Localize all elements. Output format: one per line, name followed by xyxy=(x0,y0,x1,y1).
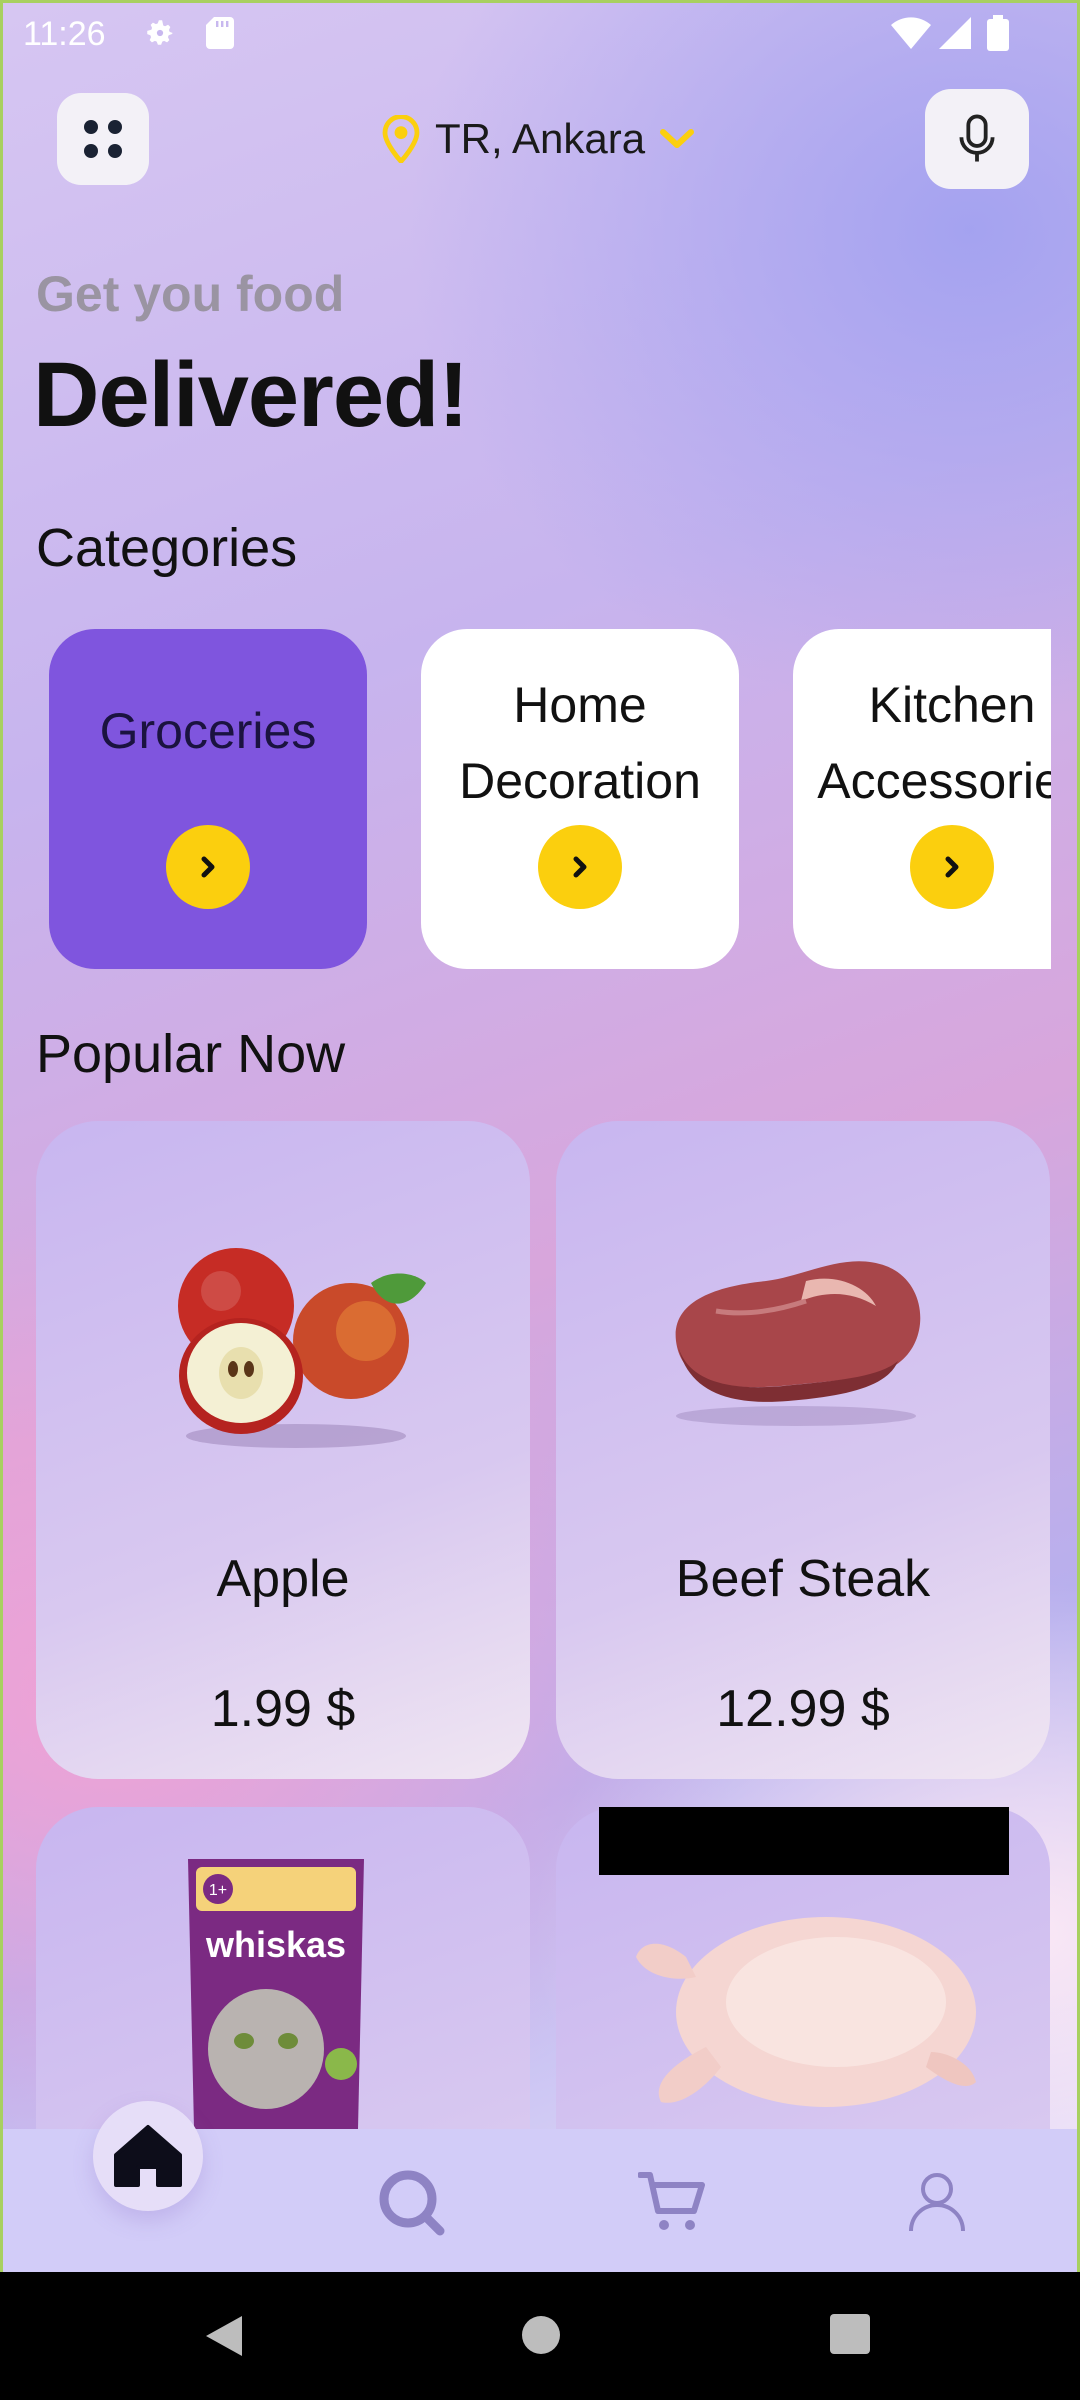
app-screen: 11:26 TR, Ankara Get you food Delivered!… xyxy=(0,0,1080,2272)
category-card-groceries[interactable]: Groceries xyxy=(49,629,367,969)
back-icon[interactable] xyxy=(204,2314,244,2358)
chevron-right-icon xyxy=(201,856,215,878)
category-go-button[interactable] xyxy=(538,825,622,909)
nav-search-button[interactable] xyxy=(351,2129,471,2272)
hero-subtitle: Get you food xyxy=(36,266,345,322)
nav-cart-button[interactable] xyxy=(613,2129,733,2272)
settings-gear-icon xyxy=(147,20,173,45)
location-label: TR, Ankara xyxy=(435,115,646,162)
category-go-button[interactable] xyxy=(166,825,250,909)
microphone-icon xyxy=(959,114,995,162)
category-card-home-decoration[interactable]: Home Decoration xyxy=(421,629,739,969)
search-icon xyxy=(379,2170,445,2236)
location-selector[interactable]: TR, Ankara xyxy=(381,109,695,169)
beef-steak-image xyxy=(675,1261,921,1426)
home-circle-icon[interactable] xyxy=(520,2314,562,2356)
status-time: 11:26 xyxy=(23,15,106,53)
product-name: Apple xyxy=(216,1550,350,1608)
chevron-down-icon xyxy=(660,129,695,148)
category-go-button[interactable] xyxy=(910,825,994,909)
product-card-apple[interactable]: Apple 1.99 $ xyxy=(36,1121,530,1779)
redacted-block xyxy=(599,1807,1009,1875)
menu-button[interactable] xyxy=(57,93,149,185)
recents-icon[interactable] xyxy=(830,2314,870,2354)
battery-icon xyxy=(987,15,1009,51)
apple-image xyxy=(178,1248,426,1448)
cat-food-pouch-image: 1+ whiskas xyxy=(188,1859,364,2129)
categories-heading: Categories xyxy=(36,518,298,578)
grid-dots-icon xyxy=(84,120,122,158)
category-label: Groceries xyxy=(99,703,317,759)
voice-search-button[interactable] xyxy=(925,89,1029,189)
category-label: Kitchen Accessories xyxy=(817,677,1051,809)
product-price: 1.99 $ xyxy=(210,1680,356,1738)
sd-card-icon xyxy=(206,17,234,49)
category-card-kitchen-accessories[interactable]: Kitchen Accessories xyxy=(793,629,1051,969)
svg-text:1+: 1+ xyxy=(209,1882,227,1899)
category-label: Home Decoration xyxy=(459,677,701,809)
map-pin-icon xyxy=(382,115,420,163)
product-card-beef-steak[interactable]: Beef Steak 12.99 $ xyxy=(556,1121,1050,1779)
whole-chicken-image xyxy=(636,1917,976,2107)
page-title: Delivered! xyxy=(33,344,469,446)
popular-heading: Popular Now xyxy=(36,1024,346,1084)
home-icon xyxy=(114,2125,182,2187)
cart-icon xyxy=(638,2172,705,2230)
status-bar: 11:26 xyxy=(3,3,1077,65)
chevron-right-icon xyxy=(945,856,959,878)
profile-icon xyxy=(909,2173,965,2232)
svg-text:whiskas: whiskas xyxy=(205,1924,346,1965)
system-navigation-bar xyxy=(0,2272,1080,2400)
nav-profile-button[interactable] xyxy=(877,2129,997,2272)
product-name: Beef Steak xyxy=(675,1550,931,1608)
categories-carousel[interactable]: Groceries Home Decoration Kitchen Access… xyxy=(3,629,1051,969)
cell-signal-icon xyxy=(939,17,971,49)
product-price: 12.99 $ xyxy=(716,1680,890,1738)
nav-home-button[interactable] xyxy=(93,2101,203,2211)
chevron-right-icon xyxy=(573,856,587,878)
wifi-icon xyxy=(891,17,931,49)
